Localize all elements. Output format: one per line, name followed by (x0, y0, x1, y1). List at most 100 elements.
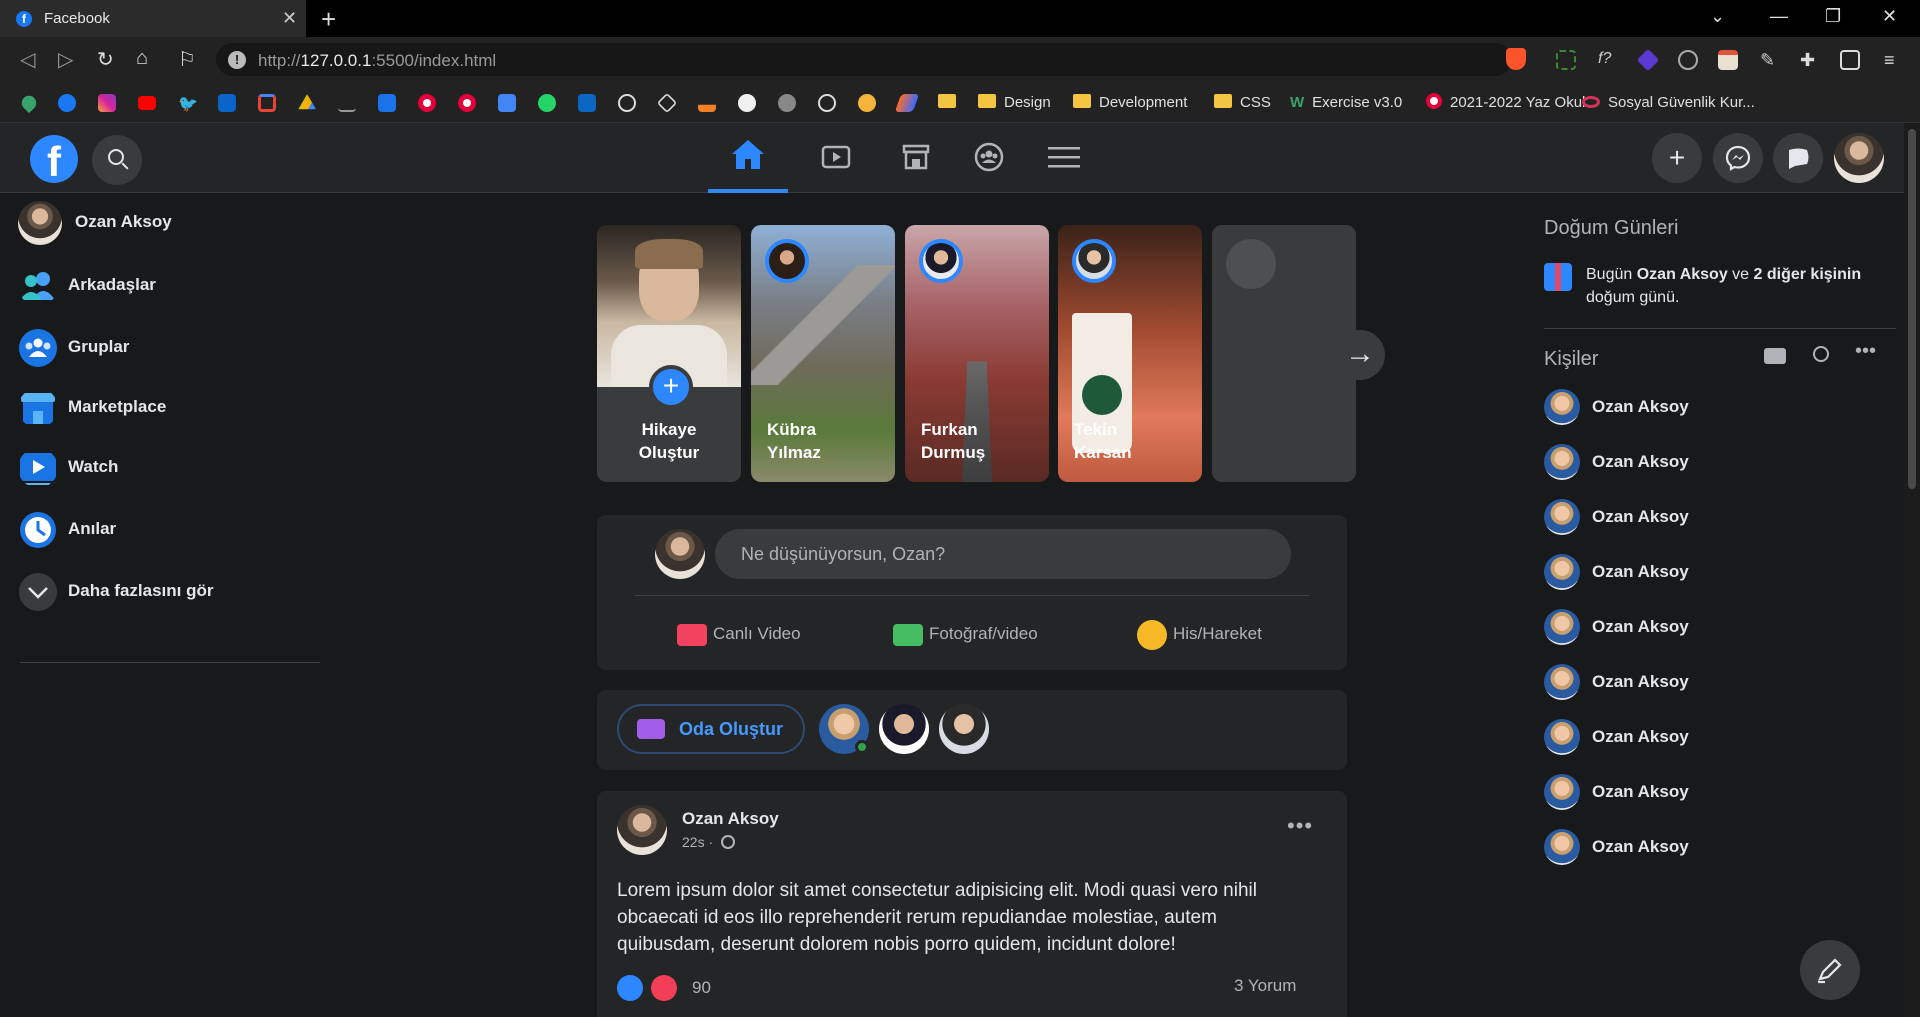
sidebar-item-see-more[interactable]: Daha fazlasını gör (18, 567, 318, 617)
bookmark-github-icon[interactable] (738, 94, 756, 112)
contact-item[interactable]: Ozan Aksoy (1544, 770, 1844, 815)
video-call-icon[interactable] (1764, 348, 1786, 364)
contact-item[interactable]: Ozan Aksoy (1544, 825, 1844, 870)
bookmark-outlook-icon[interactable] (218, 94, 236, 112)
reaction-count[interactable]: 90 (692, 978, 711, 998)
room-contact-avatar[interactable] (879, 704, 929, 754)
scrollbar-thumb[interactable] (1908, 129, 1916, 489)
feeling-activity-button[interactable]: His/Hareket (1137, 619, 1262, 650)
nav-tab-groups[interactable] (949, 123, 1029, 193)
contact-item[interactable]: Ozan Aksoy (1544, 385, 1844, 430)
bookmark-codepen-icon[interactable] (656, 92, 678, 114)
bookmark-folder-css[interactable]: CSS (1214, 91, 1271, 115)
pen-extension-icon[interactable]: ✎ (1760, 50, 1780, 70)
bookmark-university-icon[interactable] (418, 94, 436, 112)
stories-next-button[interactable]: → (1335, 330, 1385, 380)
reload-icon[interactable]: ↻ (97, 47, 114, 72)
notifications-button[interactable] (1773, 133, 1823, 183)
messenger-button[interactable] (1713, 133, 1763, 183)
bookmark-folder-development[interactable]: Development (1073, 91, 1187, 115)
contact-item[interactable]: Ozan Aksoy (1544, 550, 1844, 595)
post-author-name[interactable]: Ozan Aksoy (682, 809, 779, 829)
bookmark-gmail-icon[interactable] (258, 94, 276, 112)
new-message-button[interactable] (1800, 940, 1860, 1000)
forward-icon[interactable]: ▷ (58, 47, 73, 72)
story-card[interactable]: Tekin Karsan (1058, 225, 1202, 482)
bookmark-mail-icon[interactable] (338, 94, 356, 112)
calendar-extension-icon[interactable] (1718, 50, 1738, 70)
bookmark-drop-icon[interactable] (18, 92, 40, 114)
nav-tab-home[interactable] (708, 123, 788, 193)
bookmark-translate-icon[interactable] (498, 94, 516, 112)
story-card[interactable]: Furkan Durmuş (905, 225, 1049, 482)
bookmark-contacts-icon[interactable] (378, 94, 396, 112)
sidebar-item-profile[interactable]: Ozan Aksoy (18, 198, 318, 248)
bookmark-sgk[interactable]: Sosyal Güvenlik Kur... (1582, 91, 1755, 115)
bookmark-stripes-icon[interactable] (894, 94, 920, 112)
create-room-button[interactable]: Oda Oluştur (617, 704, 805, 754)
puzzle-extensions-icon[interactable]: ✚ (1800, 50, 1820, 70)
room-contact-avatar[interactable] (819, 704, 869, 754)
contact-item[interactable]: Ozan Aksoy (1544, 715, 1844, 760)
composer-input[interactable]: Ne düşünüyorsun, Ozan? (715, 529, 1291, 579)
create-button[interactable]: + (1652, 133, 1702, 183)
font-extension-icon[interactable]: f? (1598, 50, 1618, 70)
home-icon[interactable]: ⌂ (136, 47, 148, 70)
bookmark-instagram-icon[interactable] (98, 94, 116, 112)
tab-list-chevron-icon[interactable]: ⌄ (1710, 6, 1725, 27)
bookmark-github-2-icon[interactable] (778, 94, 796, 112)
site-info-icon[interactable]: ! (228, 51, 246, 69)
tab-close-icon[interactable]: ✕ (282, 8, 297, 29)
bookmark-linkedin-icon[interactable] (578, 94, 596, 112)
sidebar-item-watch[interactable]: Watch (18, 443, 318, 493)
sidebar-item-friends[interactable]: Arkadaşlar (18, 261, 318, 311)
bookmark-stackoverflow-icon[interactable] (698, 104, 716, 112)
page-scrollbar[interactable] (1904, 123, 1920, 1017)
comment-count[interactable]: 3 Yorum (1234, 976, 1296, 996)
profile-avatar[interactable] (1834, 133, 1884, 183)
minimize-button[interactable]: — (1770, 6, 1788, 27)
bookmark-folder-blank[interactable] (938, 91, 964, 115)
birthday-person-link[interactable]: Ozan Aksoy (1637, 266, 1728, 283)
compass-extension-icon[interactable] (1678, 50, 1698, 70)
bookmark-circle-icon[interactable] (858, 94, 876, 112)
bookmark-link-icon[interactable] (818, 94, 836, 112)
contacts-search-icon[interactable] (1813, 346, 1829, 362)
post-options-icon[interactable]: ••• (1287, 813, 1313, 839)
story-card[interactable]: Kübra Yılmaz (751, 225, 895, 482)
live-video-button[interactable]: Canlı Video (677, 619, 801, 649)
contacts-options-icon[interactable]: ••• (1855, 340, 1876, 363)
bookmark-facebook-icon[interactable] (58, 94, 76, 112)
sidebar-item-marketplace[interactable]: Marketplace (18, 383, 318, 433)
contact-item[interactable]: Ozan Aksoy (1544, 495, 1844, 540)
contact-item[interactable]: Ozan Aksoy (1544, 605, 1844, 650)
search-button[interactable] (92, 135, 142, 185)
bookmark-icon[interactable]: ⚐ (178, 47, 196, 72)
facebook-logo[interactable]: f (30, 135, 78, 185)
url-field[interactable]: ! http://127.0.0.1:5500/index.html (216, 43, 1512, 76)
nav-tab-watch[interactable] (796, 123, 876, 193)
room-contact-avatar[interactable] (939, 704, 989, 754)
nav-tab-menu[interactable] (1024, 123, 1104, 193)
back-icon[interactable]: ◁ (20, 47, 35, 72)
birthday-others-link[interactable]: 2 diğer kişinin (1754, 266, 1862, 283)
brave-shield-icon[interactable] (1506, 48, 1526, 70)
bookmark-folder-design[interactable]: Design (978, 91, 1051, 115)
contact-item[interactable]: Ozan Aksoy (1544, 660, 1844, 705)
nav-tab-marketplace[interactable] (876, 123, 956, 193)
post-time[interactable]: 22s · (682, 834, 713, 850)
browser-tab[interactable]: f Facebook ✕ (0, 0, 306, 37)
wallet-icon[interactable] (1840, 50, 1860, 70)
menu-icon[interactable]: ≡ (1884, 50, 1904, 70)
post-author-avatar[interactable] (617, 805, 667, 855)
contact-item[interactable]: Ozan Aksoy (1544, 440, 1844, 485)
bookmark-drive-icon[interactable] (298, 94, 316, 110)
sidebar-item-memories[interactable]: Anılar (18, 505, 318, 555)
bookmark-exercise[interactable]: W Exercise v3.0 (1290, 91, 1402, 115)
bookmark-youtube-icon[interactable] (138, 96, 156, 110)
bookmark-university-2-icon[interactable] (458, 94, 476, 112)
close-window-button[interactable]: ✕ (1882, 6, 1897, 27)
sidebar-item-groups[interactable]: Gruplar (18, 323, 318, 373)
bookmark-gauge-icon[interactable] (618, 94, 636, 112)
new-tab-button[interactable]: + (321, 4, 336, 35)
